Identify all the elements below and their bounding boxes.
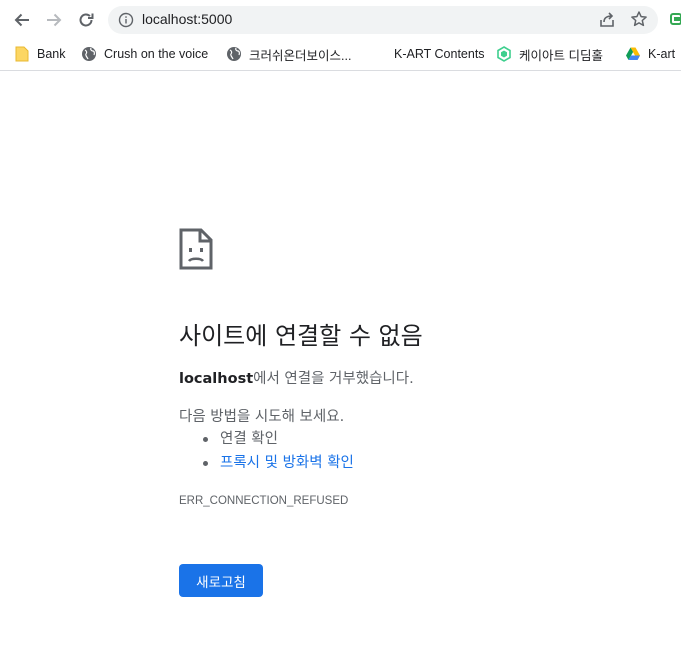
bookmark-label: 크러쉬온더보이스... bbox=[249, 48, 352, 63]
forward-button[interactable] bbox=[40, 6, 68, 34]
bookmark-label: Bank bbox=[37, 47, 66, 61]
suggestions-list: 연결 확인 프록시 및 방화벽 확인 bbox=[179, 427, 354, 475]
hexagon-icon bbox=[496, 46, 512, 62]
arrow-left-icon bbox=[14, 13, 29, 27]
back-button[interactable] bbox=[8, 6, 36, 34]
suggestions-heading: 다음 방법을 시도해 보세요. bbox=[179, 409, 345, 425]
error-title: 사이트에 연결할 수 없음 bbox=[179, 322, 423, 350]
bookmark-crush-korean[interactable]: 크러쉬온더보이스... bbox=[226, 44, 351, 64]
sad-document-icon bbox=[179, 228, 213, 270]
suggestion-check-connection: 연결 확인 bbox=[179, 427, 354, 451]
error-message: localhost에서 연결을 거부했습니다. bbox=[179, 367, 414, 388]
error-host: localhost bbox=[179, 371, 254, 387]
bookmark-label: 케이아트 디딤홀 bbox=[519, 48, 603, 63]
bookmark-k-art[interactable]: K-art bbox=[625, 44, 675, 64]
extension-icon[interactable] bbox=[670, 12, 681, 26]
bookmarks-bar: Bank Crush on the voice 크러쉬온더보이스... K-AR… bbox=[0, 39, 681, 71]
url-text[interactable]: localhost:5000 bbox=[142, 11, 232, 27]
globe-icon bbox=[81, 46, 97, 62]
info-icon[interactable] bbox=[118, 12, 134, 28]
reload-icon bbox=[79, 13, 94, 27]
bookmark-crush-on-the-voice[interactable]: Crush on the voice bbox=[81, 44, 208, 64]
browser-toolbar: localhost:5000 bbox=[0, 0, 681, 39]
bookmark-bank[interactable]: Bank bbox=[14, 44, 66, 64]
bookmark-label: Crush on the voice bbox=[104, 47, 209, 61]
drive-icon bbox=[625, 46, 641, 62]
globe-icon bbox=[226, 46, 242, 62]
address-bar[interactable]: localhost:5000 bbox=[108, 6, 658, 34]
error-code: ERR_CONNECTION_REFUSED bbox=[179, 495, 349, 507]
bookmark-k-art-contents[interactable]: K-ART Contents bbox=[394, 44, 485, 64]
reload-page-button[interactable]: 새로고침 bbox=[179, 564, 263, 597]
star-icon[interactable] bbox=[630, 10, 648, 28]
reload-button[interactable] bbox=[72, 6, 100, 34]
folder-icon bbox=[14, 46, 30, 62]
bookmark-label: K-art bbox=[648, 47, 676, 61]
suggestion-check-proxy-firewall-link[interactable]: 프록시 및 방화벽 확인 bbox=[179, 451, 354, 475]
arrow-right-icon bbox=[47, 13, 62, 27]
error-message-text: 에서 연결을 거부했습니다. bbox=[253, 371, 414, 387]
bookmark-k-art-didim-hall[interactable]: 케이아트 디딤홀 bbox=[496, 44, 603, 64]
bookmark-label: K-ART Contents bbox=[394, 47, 485, 61]
share-icon[interactable] bbox=[598, 11, 616, 29]
